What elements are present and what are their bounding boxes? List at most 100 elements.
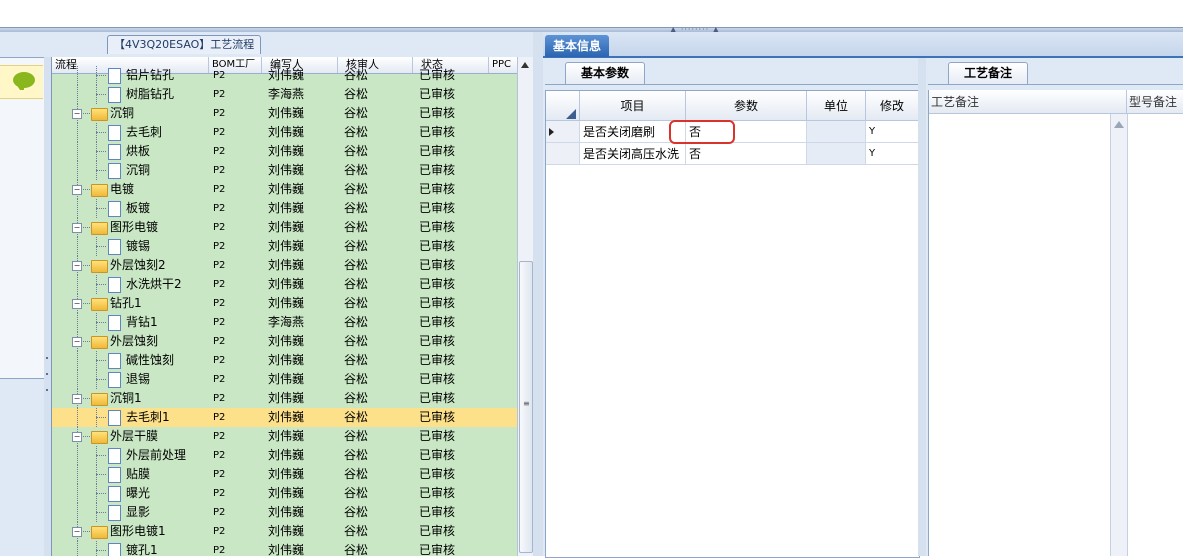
tab-basic-info[interactable]: 基本信息 [545,35,609,57]
tree-row[interactable]: 曝光 P2 刘伟巍 谷松 已审核 [52,484,518,503]
tree-cell-checker: 谷松 [344,182,369,196]
tree-row[interactable]: − 图形电镀 P2 刘伟巍 谷松 已审核 [52,218,518,237]
tree-row[interactable]: − 沉铜1 P2 刘伟巍 谷松 已审核 [52,389,518,408]
tree-row[interactable]: 去毛刺 P2 刘伟巍 谷松 已审核 [52,123,518,142]
tree-line [83,113,90,114]
tree-cell-writer: 刘伟巍 [268,68,305,82]
tree-line [83,227,90,228]
tree-row[interactable]: 树脂钻孔 P2 李海燕 谷松 已审核 [52,85,518,104]
tree-cell-name: 树脂钻孔 [126,87,175,101]
tree-row[interactable]: − 图形电镀1 P2 刘伟巍 谷松 已审核 [52,522,518,541]
collapse-icon[interactable]: − [72,337,82,347]
tree-line [96,246,106,247]
tree-line [96,94,106,95]
tree-cell-factory: P2 [213,488,226,499]
tree-cell-status: 已审核 [419,258,456,272]
grid-cell-unit[interactable] [807,121,866,143]
tree-cell-factory: P2 [213,127,226,138]
tab-basic-params[interactable]: 基本参数 [565,62,645,84]
notes-vertical-scrollbar[interactable] [1110,114,1128,556]
tree-cell-factory: P2 [213,450,226,461]
tree-line [77,123,78,142]
tree-row-selected[interactable]: 去毛刺1 P2 刘伟巍 谷松 已审核 [52,408,518,427]
collapse-icon[interactable]: − [72,185,82,195]
grid-cell-modified[interactable]: Y [866,121,919,143]
tree-line [77,237,78,256]
notes-header-process[interactable]: 工艺备注 [929,90,1127,114]
scroll-up-icon[interactable] [1114,121,1124,128]
scroll-up-icon[interactable] [521,62,529,68]
notes-header-model[interactable]: 型号备注 [1127,90,1183,114]
tree-cell-writer: 刘伟巍 [268,448,305,462]
tree-cell-status: 已审核 [419,372,456,386]
tree-row[interactable]: − 外层干膜 P2 刘伟巍 谷松 已审核 [52,427,518,446]
tree-cell-writer: 李海燕 [268,315,305,329]
tree-line [77,408,78,427]
tree-row[interactable]: 显影 P2 刘伟巍 谷松 已审核 [52,503,518,522]
tree-cell-status: 已审核 [419,144,456,158]
collapse-icon[interactable]: − [72,299,82,309]
tree-row[interactable]: − 沉铜 P2 刘伟巍 谷松 已审核 [52,104,518,123]
collapse-icon[interactable]: − [72,527,82,537]
tree-cell-checker: 谷松 [344,391,369,405]
collapse-icon[interactable]: − [72,109,82,119]
grid-cell-unit[interactable] [807,143,866,165]
tree-row[interactable]: 镀锡 P2 刘伟巍 谷松 已审核 [52,237,518,256]
tree-cell-writer: 刘伟巍 [268,334,305,348]
tree-row[interactable]: − 钻孔1 P2 刘伟巍 谷松 已审核 [52,294,518,313]
tree-row[interactable]: − 外层蚀刻 P2 刘伟巍 谷松 已审核 [52,332,518,351]
tab-process-notes[interactable]: 工艺备注 [948,62,1028,84]
collapse-icon[interactable]: − [72,223,82,233]
tree-cell-name: 镀孔1 [126,543,158,556]
notes-grid: 工艺备注 型号备注 [928,90,1183,556]
tree-cell-name: 外层干膜 [110,429,159,443]
tree-cell-checker: 谷松 [344,448,369,462]
tree-cell-writer: 刘伟巍 [268,220,305,234]
right-splitter[interactable] [918,58,926,556]
tree-row[interactable]: 板镀 P2 刘伟巍 谷松 已审核 [52,199,518,218]
document-icon [108,505,121,521]
folder-icon [91,431,108,444]
collapse-icon[interactable]: − [72,261,82,271]
tree-row[interactable]: 贴膜 P2 刘伟巍 谷松 已审核 [52,465,518,484]
tree-row[interactable]: 外层前处理 P2 刘伟巍 谷松 已审核 [52,446,518,465]
tree-row[interactable]: 退锡 P2 刘伟巍 谷松 已审核 [52,370,518,389]
middle-splitter[interactable] [533,32,543,556]
tree-row[interactable]: 沉铜 P2 刘伟巍 谷松 已审核 [52,161,518,180]
tree-cell-status: 已审核 [419,296,456,310]
grid-cell-modified[interactable]: Y [866,143,919,165]
tree-cell-status: 已审核 [419,182,456,196]
tree-row[interactable]: 镀孔1 P2 刘伟巍 谷松 已审核 [52,541,518,556]
collapse-icon[interactable]: − [72,432,82,442]
tree-line [77,351,78,370]
tree-cell-writer: 刘伟巍 [268,258,305,272]
comment-button[interactable] [0,65,43,99]
folder-icon [91,222,108,235]
grid-header-param[interactable]: 参数 [686,91,807,121]
grid-header-item[interactable]: 项目 [580,91,686,121]
tree-vertical-scrollbar[interactable]: ≡ [517,57,533,556]
tree-row[interactable]: 水洗烘干2 P2 刘伟巍 谷松 已审核 [52,275,518,294]
left-splitter[interactable] [44,57,51,556]
collapse-icon[interactable]: − [72,394,82,404]
tree-cell-writer: 刘伟巍 [268,125,305,139]
tree-row[interactable]: − 外层蚀刻2 P2 刘伟巍 谷松 已审核 [52,256,518,275]
tree-cell-writer: 刘伟巍 [268,543,305,556]
process-flow-tab[interactable]: 【4V3Q20ESAO】工艺流程 [107,35,262,54]
tree-cell-factory: P2 [213,70,226,81]
tree-row[interactable]: 背钻1 P2 李海燕 谷松 已审核 [52,313,518,332]
tree-cell-factory: P2 [213,526,226,537]
grid-header-modified[interactable]: 修改 [866,91,919,121]
scroll-thumb[interactable]: ≡ [519,261,533,553]
tree-cell-writer: 刘伟巍 [268,391,305,405]
tree-row[interactable]: 碱性蚀刻 P2 刘伟巍 谷松 已审核 [52,351,518,370]
current-row-arrow-icon [549,128,554,136]
grid-cell-param[interactable]: 否 [686,143,807,165]
grid-header-unit[interactable]: 单位 [807,91,866,121]
tree-row[interactable]: 铝片钻孔 P2 刘伟巍 谷松 已审核 [52,66,518,85]
tree-row[interactable]: 烘板 P2 刘伟巍 谷松 已审核 [52,142,518,161]
tree-cell-checker: 谷松 [344,410,369,424]
side-nav-panel [0,57,45,379]
tree-row[interactable]: − 电镀 P2 刘伟巍 谷松 已审核 [52,180,518,199]
grid-cell-item[interactable]: 是否关闭高压水洗 [580,143,686,165]
